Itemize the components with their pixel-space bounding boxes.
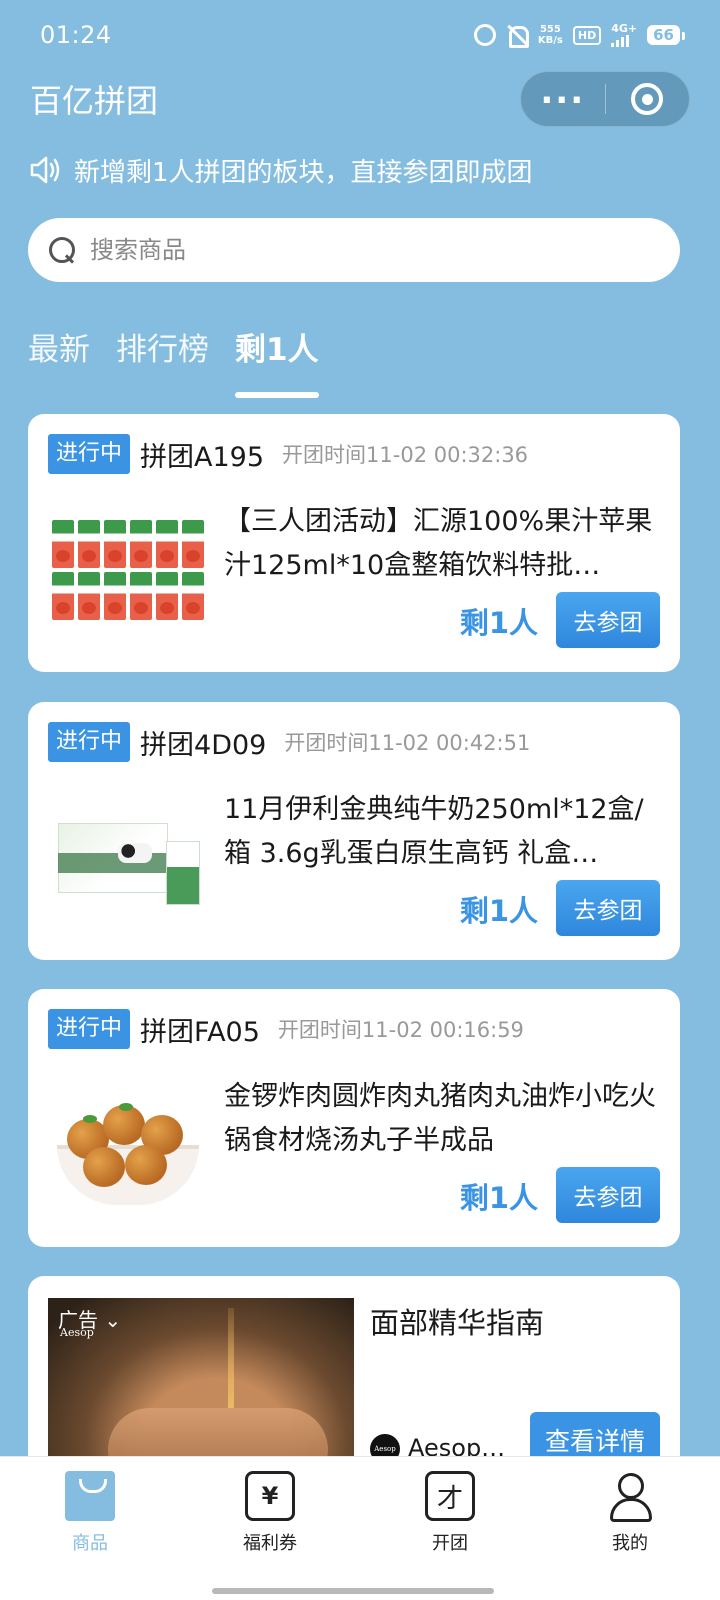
tab-one-left[interactable]: 剩1人 bbox=[235, 318, 319, 398]
bottom-navigation: 商品 ¥ 福利券 才 开团 我的 bbox=[0, 1456, 720, 1600]
open-group-icon: 才 bbox=[425, 1471, 475, 1521]
nav-label: 开团 bbox=[432, 1533, 468, 1554]
nav-label: 我的 bbox=[612, 1533, 648, 1554]
user-icon bbox=[605, 1471, 655, 1522]
tab-latest[interactable]: 最新 bbox=[28, 318, 90, 388]
open-time: 开团时间11-02 00:32:36 bbox=[282, 443, 529, 467]
hd-badge: HD bbox=[572, 25, 602, 45]
ad-watermark: Aesop bbox=[60, 1326, 94, 1339]
card-header: 进行中 拼团A195 开团时间11-02 00:32:36 bbox=[48, 434, 528, 474]
card-header: 进行中 拼团4D09 开团时间11-02 00:42:51 bbox=[48, 722, 530, 762]
nav-item-products[interactable]: 商品 bbox=[0, 1457, 180, 1600]
status-icons: 555 KB/s HD 4G+ 66 bbox=[473, 23, 685, 48]
network-type: 4G+ bbox=[611, 22, 638, 35]
mini-program-capsule: ... bbox=[520, 71, 690, 127]
milk-box-image bbox=[58, 813, 200, 905]
nav-label: 商品 bbox=[72, 1533, 108, 1554]
group-id: 拼团A195 bbox=[140, 441, 265, 473]
card-header: 进行中 拼团FA05 开团时间11-02 00:16:59 bbox=[48, 1009, 524, 1049]
group-id: 拼团FA05 bbox=[140, 1016, 260, 1048]
announcement-text: 新增剩1人拼团的板块，直接参团即成团 bbox=[74, 157, 533, 188]
tab-bar: 最新 排行榜 剩1人 bbox=[28, 318, 319, 398]
coupon-icon: ¥ bbox=[245, 1471, 295, 1521]
announcement[interactable]: 新增剩1人拼团的板块，直接参团即成团 bbox=[28, 148, 533, 192]
net-speed-unit: KB/s bbox=[537, 35, 563, 46]
open-time: 开团时间11-02 00:42:51 bbox=[284, 731, 531, 755]
juice-boxes-image bbox=[52, 520, 204, 620]
nav-item-coupons[interactable]: ¥ 福利券 bbox=[180, 1457, 360, 1600]
status-badge: 进行中 bbox=[48, 434, 131, 474]
tab-ranking[interactable]: 排行榜 bbox=[116, 318, 209, 388]
header: 百亿拼团 ... bbox=[0, 70, 720, 128]
status-bar: 01:24 555 KB/s HD 4G+ 66 bbox=[0, 0, 720, 70]
more-button[interactable]: ... bbox=[521, 72, 605, 126]
product-title[interactable]: 11月伊利金典纯牛奶250ml*12盒/箱 3.6g乳蛋白原生高钙 礼盒… bbox=[224, 788, 660, 876]
net-speed: 555 KB/s bbox=[538, 24, 563, 46]
battery-icon: 66 bbox=[647, 25, 685, 45]
mute-icon bbox=[506, 24, 529, 48]
product-image[interactable] bbox=[50, 798, 206, 918]
group-card[interactable]: 进行中 拼团A195 开团时间11-02 00:32:36 【三人团活动】汇源1… bbox=[28, 414, 680, 672]
more-dots-icon: ... bbox=[540, 72, 586, 112]
join-group-button[interactable]: 去参团 bbox=[556, 1167, 660, 1223]
group-card[interactable]: 进行中 拼团4D09 开团时间11-02 00:42:51 11月伊利金典纯牛奶… bbox=[28, 702, 680, 960]
signal-icon: 4G+ bbox=[611, 23, 637, 47]
product-title[interactable]: 【三人团活动】汇源100%果汁苹果汁125ml*10盒整箱饮料特批… bbox=[224, 500, 660, 588]
product-title[interactable]: 金锣炸肉圆炸肉丸猪肉丸油炸小吃火锅食材烧汤丸子半成品 bbox=[224, 1075, 660, 1163]
remaining-count: 剩1人 bbox=[459, 606, 538, 640]
product-image[interactable] bbox=[50, 1085, 206, 1205]
status-time: 01:24 bbox=[40, 21, 112, 49]
chevron-down-icon: ⌄ bbox=[104, 1308, 122, 1332]
oil-drop-shape bbox=[228, 1308, 234, 1408]
status-badge: 进行中 bbox=[48, 722, 131, 762]
page-title: 百亿拼团 bbox=[30, 82, 159, 120]
product-image[interactable] bbox=[50, 510, 206, 630]
open-time: 开团时间11-02 00:16:59 bbox=[277, 1018, 524, 1042]
search-bar[interactable] bbox=[28, 218, 680, 282]
meatball-bowl-image bbox=[53, 1085, 203, 1205]
target-circle-icon bbox=[631, 83, 664, 115]
search-input[interactable] bbox=[90, 236, 660, 264]
group-id: 拼团4D09 bbox=[140, 729, 267, 761]
net-speed-value: 555 bbox=[539, 24, 561, 35]
remaining-count: 剩1人 bbox=[459, 894, 538, 928]
join-group-button[interactable]: 去参团 bbox=[556, 880, 660, 936]
alarm-icon bbox=[473, 24, 496, 46]
signal-bars bbox=[611, 35, 637, 47]
nav-label: 福利券 bbox=[243, 1533, 297, 1554]
nav-item-mine[interactable]: 我的 bbox=[540, 1457, 720, 1600]
group-card[interactable]: 进行中 拼团FA05 开团时间11-02 00:16:59 金锣炸肉圆炸肉丸猪肉… bbox=[28, 989, 680, 1247]
remaining-count: 剩1人 bbox=[459, 1181, 538, 1215]
home-indicator[interactable] bbox=[212, 1588, 494, 1594]
speaker-icon bbox=[30, 156, 60, 184]
ad-title: 面部精华指南 bbox=[370, 1306, 545, 1340]
nav-item-open-group[interactable]: 才 开团 bbox=[360, 1457, 540, 1600]
close-button[interactable] bbox=[606, 72, 690, 126]
status-badge: 进行中 bbox=[48, 1009, 131, 1049]
search-icon bbox=[48, 236, 76, 264]
shopping-bag-icon bbox=[65, 1471, 115, 1521]
join-group-button[interactable]: 去参团 bbox=[556, 592, 660, 648]
